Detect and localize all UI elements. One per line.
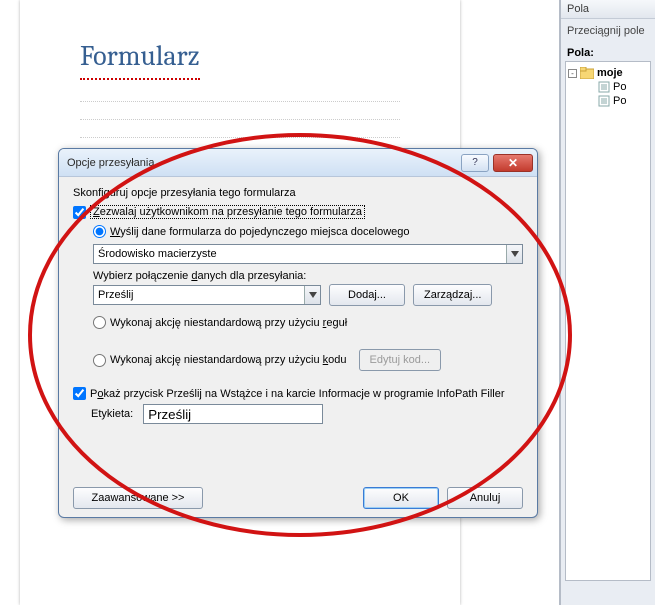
dialog-titlebar[interactable]: Opcje przesyłania ? ✕: [59, 149, 537, 177]
help-button[interactable]: ?: [461, 154, 489, 172]
advanced-button[interactable]: Zaawansowane >>: [73, 487, 203, 509]
ok-button[interactable]: OK: [363, 487, 439, 509]
chevron-down-icon[interactable]: [304, 286, 320, 304]
custom-rules-label: Wykonaj akcję niestandardową przy użyciu…: [110, 317, 347, 329]
etykieta-label: Etykieta:: [91, 408, 133, 420]
tree-toggle-icon[interactable]: -: [568, 69, 577, 78]
fields-tree[interactable]: - moje Po Po: [565, 61, 651, 581]
fields-pane-instruction: Przeciągnij pole: [561, 19, 655, 43]
fields-pane-title: Pola: [561, 0, 655, 19]
destination-combo[interactable]: Środowisko macierzyste: [93, 244, 523, 264]
connection-label: Wybierz połączenie danych dla przesyłani…: [93, 270, 523, 282]
edit-code-button: Edytuj kod...: [359, 349, 442, 371]
single-destination-label: Wyślij dane formularza do pojedynczego m…: [110, 226, 410, 238]
tree-item-label: Po: [613, 95, 626, 107]
destination-combo-text: Środowisko macierzyste: [94, 246, 506, 262]
rule-line: [80, 120, 400, 138]
tree-item-label: Po: [613, 81, 626, 93]
field-icon: [598, 95, 610, 107]
folder-icon: [580, 67, 594, 79]
custom-code-label: Wykonaj akcję niestandardową przy użyciu…: [110, 354, 347, 366]
submit-options-dialog: Opcje przesyłania ? ✕ Skonfiguruj opcje …: [58, 148, 538, 518]
tree-root-label: moje: [597, 67, 623, 79]
allow-submit-checkbox[interactable]: [73, 206, 86, 219]
rule-line: [80, 102, 400, 120]
manage-connections-button[interactable]: Zarządzaj...: [413, 284, 492, 306]
connection-combo-text: Prześlij: [94, 287, 304, 303]
help-icon: ?: [472, 157, 478, 168]
close-icon: ✕: [508, 156, 518, 170]
allow-submit-label: Zezwalaj użytkownikom na przesyłanie teg…: [90, 205, 365, 219]
custom-rules-radio[interactable]: [93, 316, 106, 329]
custom-code-radio[interactable]: [93, 354, 106, 367]
chevron-down-icon[interactable]: [506, 245, 522, 263]
show-submit-button-checkbox[interactable]: [73, 387, 86, 400]
tree-root[interactable]: - moje: [568, 66, 648, 80]
tree-item[interactable]: Po: [568, 94, 648, 108]
page-title: Formularz: [80, 40, 200, 80]
field-icon: [598, 81, 610, 93]
tree-item[interactable]: Po: [568, 80, 648, 94]
single-destination-radio[interactable]: [93, 225, 106, 238]
show-submit-button-label: Pokaż przycisk Prześlij na Wstążce i na …: [90, 388, 505, 400]
fields-pane-label: Pola:: [561, 43, 655, 61]
rule-line: [80, 84, 400, 102]
etykieta-input[interactable]: [143, 404, 323, 424]
dialog-title: Opcje przesyłania: [67, 157, 457, 169]
connection-combo[interactable]: Prześlij: [93, 285, 321, 305]
close-button[interactable]: ✕: [493, 154, 533, 172]
add-connection-button[interactable]: Dodaj...: [329, 284, 405, 306]
dialog-description: Skonfiguruj opcje przesyłania tego formu…: [73, 187, 523, 199]
fields-pane: Pola Przeciągnij pole Pola: - moje Po Po: [560, 0, 655, 605]
cancel-button[interactable]: Anuluj: [447, 487, 523, 509]
